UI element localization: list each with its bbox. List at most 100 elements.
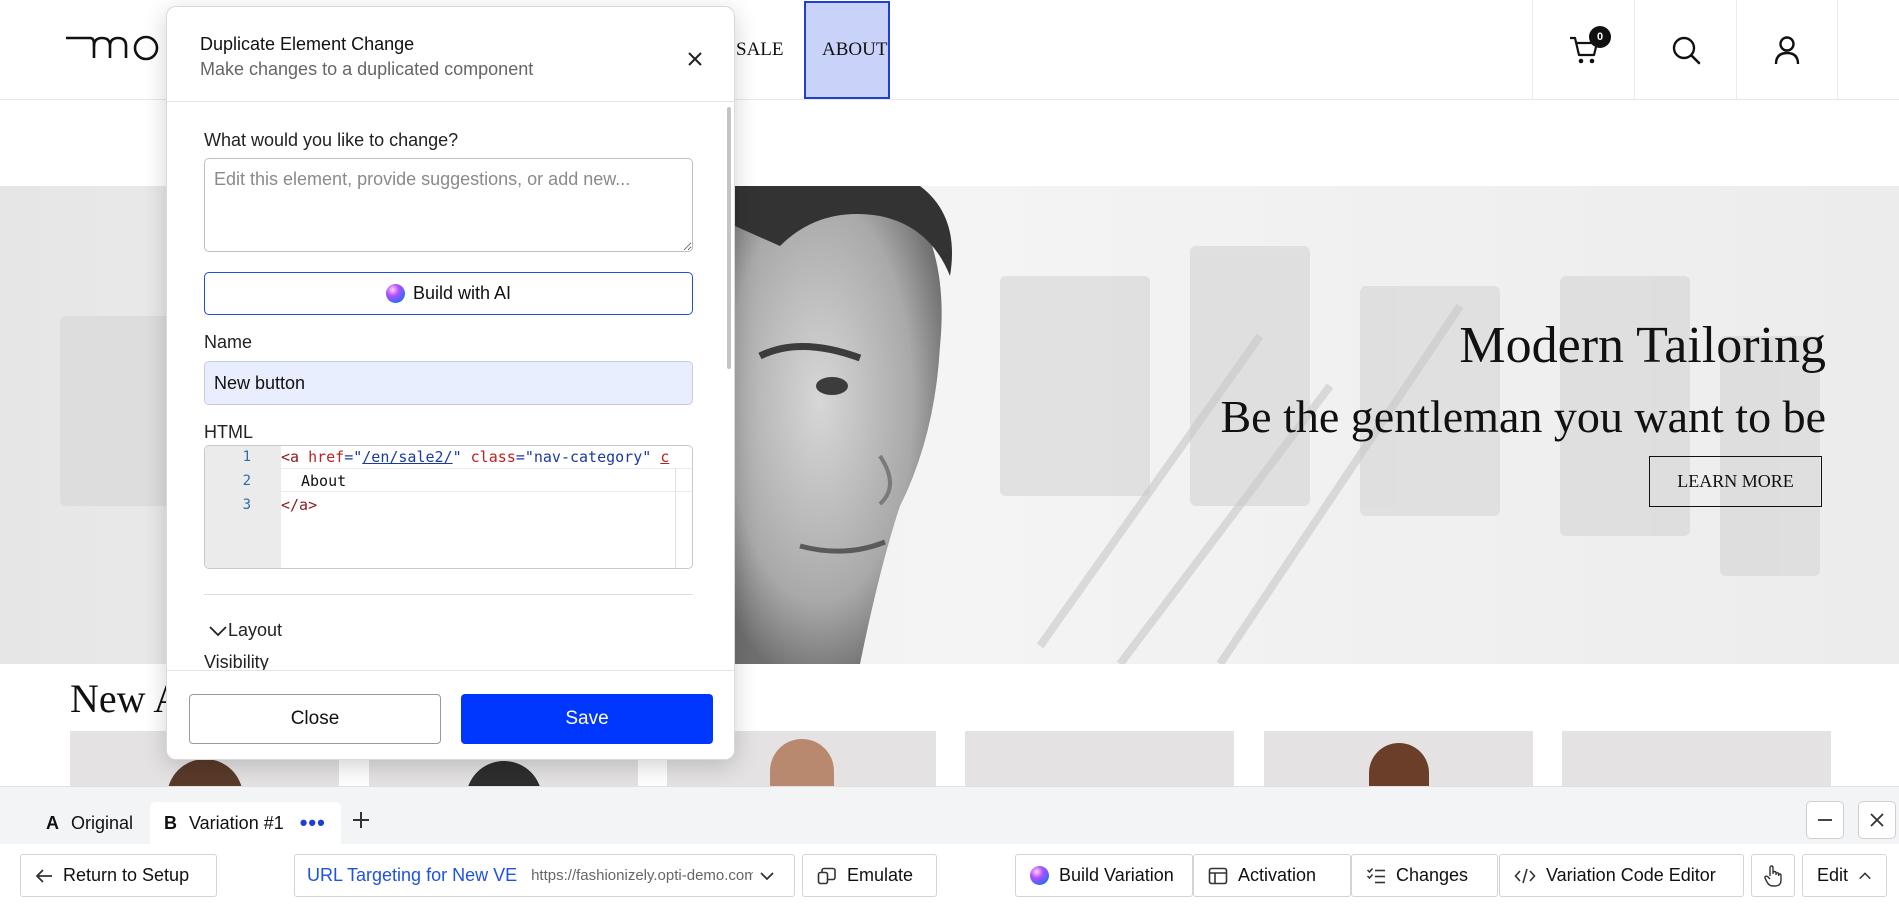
- tab-original[interactable]: A Original: [32, 802, 147, 844]
- code-icon: [1514, 868, 1536, 883]
- visibility-label: Visibility: [204, 652, 269, 670]
- name-input[interactable]: [204, 361, 693, 405]
- product-photo: [166, 759, 243, 787]
- hand-pointer-icon: [1764, 864, 1782, 887]
- hero-title: Modern Tailoring: [1459, 317, 1826, 374]
- tab-variation-1[interactable]: B Variation #1 •••: [150, 802, 341, 844]
- product-card[interactable]: [1264, 731, 1533, 787]
- emulate-label: Emulate: [847, 865, 914, 885]
- code-token: c: [660, 448, 670, 466]
- code-token: href: [308, 448, 345, 466]
- variation-code-editor-label: Variation Code Editor: [1546, 865, 1716, 885]
- cart-count-badge: 0: [1589, 26, 1611, 48]
- minimize-button[interactable]: [1806, 801, 1844, 839]
- checklist-icon: [1366, 867, 1385, 883]
- chevron-up-icon: [1859, 871, 1871, 879]
- product-photo: [1368, 743, 1429, 787]
- return-to-setup-button[interactable]: Return to Setup: [20, 854, 217, 897]
- account-button[interactable]: [1736, 0, 1838, 100]
- product-photo: [769, 739, 834, 787]
- dialog-body[interactable]: What would you like to change? Build wit…: [167, 102, 734, 670]
- product-card[interactable]: [965, 731, 1234, 787]
- code-token: nav-category: [533, 448, 643, 466]
- url-targeting-url: https://fashionizely.opti-demo.com: [531, 867, 754, 884]
- build-variation-label: Build Variation: [1059, 865, 1174, 885]
- interact-mode-button[interactable]: [1751, 854, 1795, 897]
- close-icon[interactable]: [683, 47, 707, 71]
- layout-section-toggle[interactable]: Layout: [208, 620, 282, 641]
- layout-section-label: Layout: [228, 620, 283, 640]
- emulate-devices-icon: [817, 867, 836, 884]
- code-token: =": [515, 448, 534, 466]
- code-token: <a: [281, 448, 309, 466]
- html-label: HTML: [204, 422, 253, 442]
- dialog-footer: Close Save: [167, 670, 734, 759]
- add-variation-icon[interactable]: [350, 809, 372, 831]
- close-icon: [1870, 813, 1884, 827]
- dialog-subtitle: Make changes to a duplicated component: [200, 59, 534, 79]
- change-prompt-label: What would you like to change?: [204, 130, 459, 150]
- editor-toolbar: Return to Setup URL Targeting for New VE…: [0, 844, 1899, 912]
- code-token: =": [344, 448, 363, 466]
- search-icon: [1672, 36, 1700, 65]
- nav-link-about-selected[interactable]: ABOUT: [804, 1, 890, 99]
- emulate-button[interactable]: Emulate: [802, 854, 937, 897]
- cart-button[interactable]: 0: [1532, 0, 1634, 100]
- code-print-margin: [675, 468, 676, 568]
- name-label: Name: [204, 332, 253, 352]
- html-code-editor[interactable]: 1 2 3 <a href="/en/sale2/" class="nav-ca…: [204, 445, 693, 569]
- build-with-ai-button[interactable]: Build with AI: [204, 272, 693, 315]
- variation-tab-strip: A Original B Variation #1 •••: [0, 787, 1899, 844]
- url-targeting-label: URL Targeting for New VE: [307, 865, 518, 885]
- dialog-scrollbar[interactable]: [727, 107, 731, 369]
- brand-logo[interactable]: [64, 28, 174, 68]
- variation-code-editor-button[interactable]: Variation Code Editor: [1499, 854, 1744, 897]
- close-button[interactable]: Close: [189, 694, 441, 744]
- code-token: ": [452, 448, 471, 466]
- activation-label: Activation: [1238, 865, 1317, 885]
- code-token: </a>: [281, 496, 318, 514]
- tab-label: Original: [71, 812, 134, 833]
- visual-editor-bar: A Original B Variation #1 ••• Return to …: [0, 786, 1899, 912]
- save-button[interactable]: Save: [461, 694, 713, 744]
- tab-letter: A: [46, 812, 59, 833]
- edit-mode-dropdown[interactable]: Edit: [1802, 854, 1887, 897]
- search-button[interactable]: [1634, 0, 1736, 100]
- tab-letter: B: [164, 812, 177, 833]
- code-token: /en/sale2/: [362, 448, 453, 466]
- chevron-down-icon: [760, 871, 774, 880]
- code-gutter: 1 2 3: [205, 446, 281, 568]
- edit-label: Edit: [1817, 865, 1849, 885]
- change-prompt-input[interactable]: [204, 158, 693, 252]
- dialog-title: Duplicate Element Change: [200, 34, 415, 54]
- product-photo: [465, 761, 542, 787]
- line-number: 1: [242, 449, 251, 465]
- close-editor-button[interactable]: [1858, 801, 1896, 839]
- build-with-ai-label: Build with AI: [412, 283, 512, 303]
- code-line-3: </a>: [281, 496, 317, 514]
- product-card[interactable]: [1562, 731, 1831, 787]
- duplicate-element-dialog: Duplicate Element Change Make changes to…: [166, 6, 735, 760]
- learn-more-button[interactable]: LEARN MORE: [1649, 456, 1822, 507]
- chevron-down-icon: [209, 625, 227, 636]
- changes-label: Changes: [1396, 865, 1469, 885]
- section-divider: [204, 594, 693, 595]
- build-variation-button[interactable]: Build Variation: [1015, 854, 1193, 897]
- more-options-icon[interactable]: •••: [300, 812, 326, 834]
- code-line-1: <a href="/en/sale2/" class="nav-category…: [281, 448, 669, 466]
- line-number: 3: [242, 497, 251, 513]
- ai-orb-icon: [1030, 866, 1049, 885]
- dialog-header: Duplicate Element Change Make changes to…: [167, 7, 734, 102]
- line-number: 2: [242, 473, 251, 489]
- ai-orb-icon: [385, 284, 405, 303]
- activation-button[interactable]: Activation: [1193, 854, 1351, 897]
- url-targeting-select[interactable]: URL Targeting for New VE https://fashion…: [294, 854, 795, 897]
- code-token: class: [470, 448, 516, 466]
- code-token: ": [642, 448, 661, 466]
- account-icon: [1774, 36, 1800, 65]
- return-to-setup-label: Return to Setup: [63, 865, 190, 885]
- hero-subtitle: Be the gentleman you want to be: [1220, 391, 1826, 442]
- changes-button[interactable]: Changes: [1351, 854, 1498, 897]
- activation-window-icon: [1208, 867, 1228, 884]
- arrow-left-icon: [35, 868, 52, 883]
